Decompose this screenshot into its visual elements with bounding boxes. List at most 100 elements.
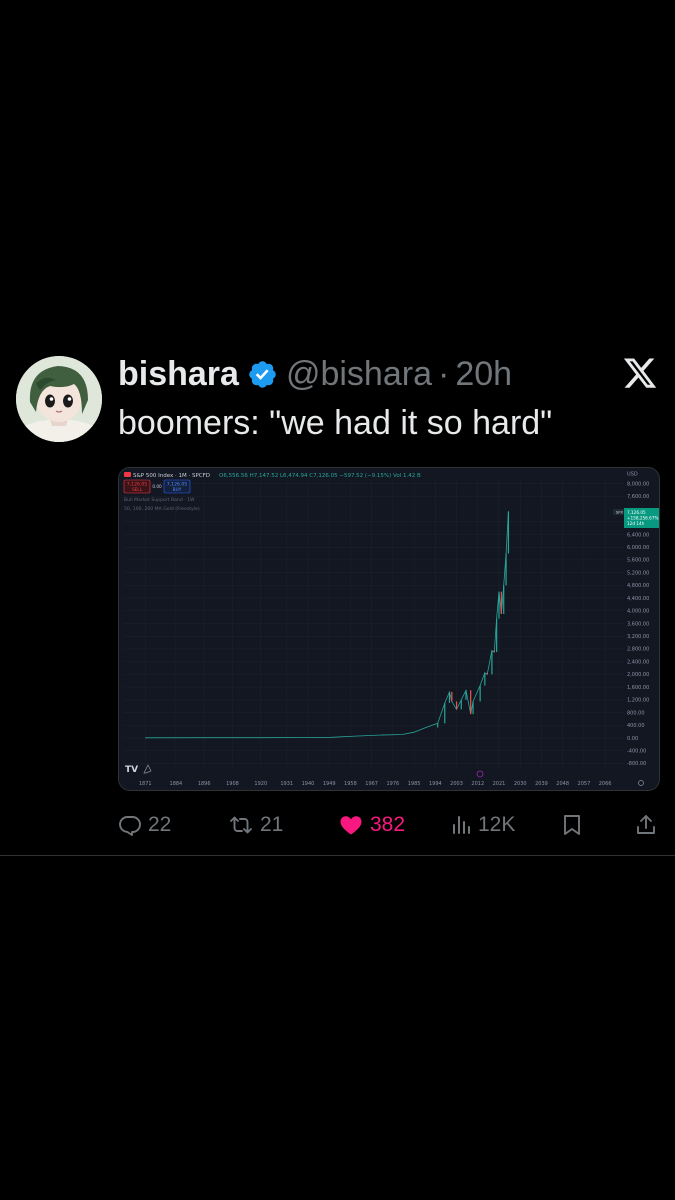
x-axis: 1871 1884 1896 1908 1920 1931 1940 1949 1958 1967…: [139, 781, 612, 787]
y-tick-label: 6,000.00: [627, 545, 649, 551]
y-tick-label: 2,000.00: [627, 672, 649, 678]
y-tick-label: 400.00: [627, 723, 645, 729]
timestamp[interactable]: 20h: [455, 355, 512, 394]
x-tick-label: 2030: [514, 781, 527, 787]
repost-button[interactable]: 21: [228, 808, 283, 842]
x-tick-label: 1958: [344, 781, 357, 787]
chart-symbol: S&P 500 Index · 1M · SPCFD: [133, 473, 210, 479]
y-tick-label: 2,800.00: [627, 647, 649, 653]
x-tick-label: 2066: [599, 781, 612, 787]
x-tick-label: 1985: [408, 781, 421, 787]
verified-badge-icon[interactable]: [247, 359, 278, 390]
y-tick-label: 800.00: [627, 710, 645, 716]
handle[interactable]: @bishara: [286, 355, 432, 394]
reply-button[interactable]: 22: [118, 808, 171, 842]
y-tick-label: 4,800.00: [627, 583, 649, 589]
candle: [451, 691, 453, 702]
bookmark-icon: [562, 813, 582, 837]
x-tick-label: 1871: [139, 781, 152, 787]
bookmark-button[interactable]: [562, 808, 582, 842]
candle: [498, 591, 500, 619]
x-tick-label: 1949: [323, 781, 336, 787]
candle: [448, 691, 451, 703]
x-tick-label: 1908: [226, 781, 239, 787]
price-tag-price: 7,126.05: [627, 510, 646, 515]
y-tick-label: 6,400.00: [627, 532, 649, 538]
candle: [460, 699, 462, 710]
y-tick-label: 5,600.00: [627, 558, 649, 564]
tradingview-logo: TV: [125, 765, 138, 775]
chart-ohlc: O6,556.56 H7,147.52 L6,474.94 C7,126.05 …: [219, 473, 421, 479]
candle: [479, 685, 481, 702]
like-button[interactable]: 382: [338, 808, 405, 842]
reply-icon: [118, 813, 142, 837]
candle: [470, 690, 472, 715]
candle: [493, 650, 495, 653]
y-tick-label: -400.00: [627, 748, 646, 754]
indicator-2: 50, 100, 200 MA Gold (Freestyle): [124, 506, 200, 512]
y-tick-label: 0.00: [627, 736, 638, 742]
avatar[interactable]: [16, 356, 102, 442]
display-name[interactable]: bishara: [118, 355, 239, 394]
x-tick-label: 2039: [535, 781, 548, 787]
avatar-illustration: [16, 356, 102, 442]
candle: [455, 701, 458, 710]
x-tick-label: 2003: [450, 781, 463, 787]
x-tick-label: 2048: [556, 781, 569, 787]
y-tick-label: 3,600.00: [627, 621, 649, 627]
candle: [503, 585, 505, 614]
price-tag-symbol: SPX: [616, 510, 624, 515]
y-tick-label: 7,600.00: [627, 494, 649, 500]
heart-icon: [338, 813, 364, 837]
candle: [484, 672, 486, 686]
candle: [500, 591, 502, 614]
views-icon: [452, 813, 472, 837]
candle: [465, 690, 467, 700]
separator-dot: ·: [437, 354, 450, 393]
y-tick-label: 4,400.00: [627, 596, 649, 602]
candle: [507, 511, 510, 554]
candle: [496, 618, 498, 653]
candle: [444, 702, 446, 724]
candle: [505, 553, 507, 586]
views-count: 12K: [478, 813, 516, 836]
price-tag-time: 12d 14h: [627, 521, 645, 526]
y-tick-label: -800.00: [627, 761, 646, 767]
sell-label: SELL: [132, 487, 143, 492]
like-count: 382: [370, 813, 406, 836]
repost-icon: [228, 813, 254, 837]
spread: 0.00: [152, 484, 162, 489]
chart-svg: S&P 500 Index · 1M · SPCFD O6,556.56 H7,…: [119, 468, 659, 790]
x-tick-label: 2057: [578, 781, 591, 787]
x-tick-label: 1976: [387, 781, 400, 787]
x-tick-label: 2012: [471, 781, 484, 787]
x-tick-label: 1931: [280, 781, 293, 787]
tweet-header: bishara @bishara · 20h: [118, 354, 512, 394]
candle: [437, 723, 439, 728]
views-button[interactable]: 12K: [452, 808, 515, 842]
indicator-1: Bull Market Support Band · 1W: [124, 497, 195, 503]
y-tick-label: 3,200.00: [627, 634, 649, 640]
candle: [472, 701, 474, 715]
y-tick-label: 1,600.00: [627, 685, 649, 691]
x-tick-label: 2021: [493, 781, 506, 787]
candle: [491, 650, 493, 675]
x-tick-label: 1940: [302, 781, 315, 787]
share-button[interactable]: [635, 808, 657, 842]
repost-count: 21: [260, 813, 284, 836]
y-tick-label: 8,000.00: [627, 481, 649, 487]
tweet[interactable]: bishara @bishara · 20h boomers: "we had …: [0, 340, 675, 856]
tweet-text: boomers: "we had it so hard": [118, 404, 553, 442]
currency-label: USD: [627, 472, 638, 478]
share-icon: [635, 813, 657, 837]
x-tick-label: 1967: [365, 781, 378, 787]
x-tick-label: 1896: [198, 781, 211, 787]
x-tick-label: 1920: [254, 781, 267, 787]
x-tick-label: 1994: [429, 781, 442, 787]
chart-image[interactable]: S&P 500 Index · 1M · SPCFD O6,556.56 H7,…: [118, 467, 660, 791]
price-tag-change: +158,256.67%: [627, 516, 658, 521]
tweet-actions: 22 21 382 12K: [0, 808, 675, 842]
y-tick-label: 2,400.00: [627, 659, 649, 665]
x-logo-icon: [622, 358, 658, 392]
y-tick-label: 4,000.00: [627, 609, 649, 615]
